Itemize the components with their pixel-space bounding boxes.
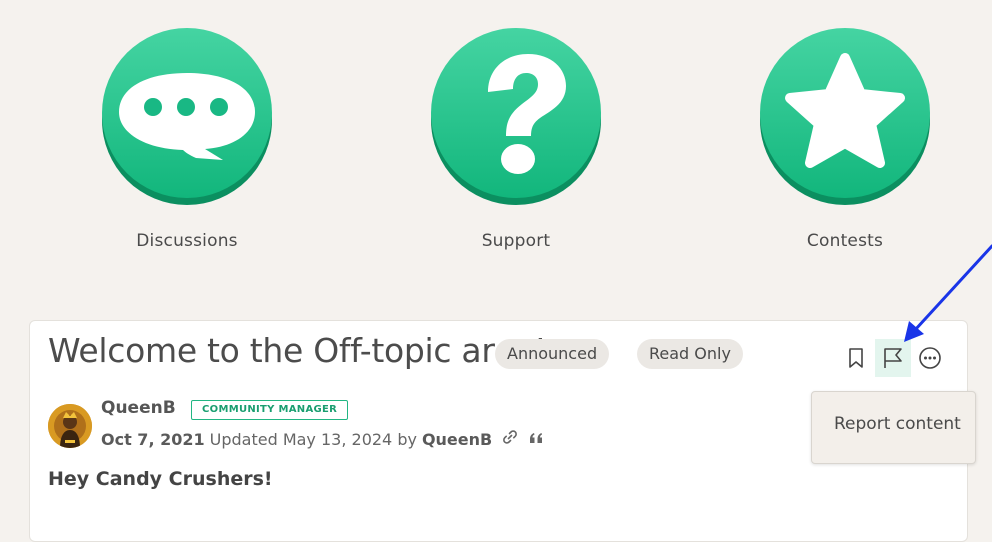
more-options-icon <box>919 347 941 369</box>
tag-announced[interactable]: Announced <box>495 339 610 369</box>
report-flag-button[interactable] <box>875 339 911 377</box>
category-label: Support <box>481 231 551 251</box>
category-contests[interactable]: Contests <box>755 28 935 251</box>
post-body-greeting: Hey Candy Crushers! <box>48 468 273 490</box>
bookmark-icon <box>849 348 863 368</box>
report-content-tooltip: Report content <box>811 391 976 464</box>
role-badge: COMMUNITY MANAGER <box>191 400 349 420</box>
post-meta: Oct 7, 2021 Updated May 13, 2024 by Quee… <box>101 429 544 449</box>
star-icon <box>759 28 931 206</box>
link-icon[interactable] <box>502 429 518 449</box>
category-label: Contests <box>806 231 884 251</box>
question-mark-icon <box>430 28 602 206</box>
category-label: Discussions <box>136 231 238 251</box>
updated-text: Updated May 13, 2024 by <box>209 429 417 449</box>
updated-by-author[interactable]: QueenB <box>422 430 492 449</box>
quote-icon[interactable] <box>528 430 544 449</box>
speech-bubble-icon <box>101 28 273 206</box>
category-discussions[interactable]: Discussions <box>97 28 277 251</box>
post-date[interactable]: Oct 7, 2021 <box>101 430 205 449</box>
more-options-button[interactable] <box>912 339 948 377</box>
topic-title: Welcome to the Off-topic area! <box>48 331 547 370</box>
flag-icon <box>884 348 902 368</box>
author-name[interactable]: QueenB <box>101 398 176 418</box>
avatar[interactable] <box>48 404 92 448</box>
tooltip-text: Report content <box>834 414 961 434</box>
tag-read-only[interactable]: Read Only <box>637 339 743 369</box>
category-support[interactable]: Support <box>426 28 606 251</box>
bookmark-button[interactable] <box>838 339 874 377</box>
